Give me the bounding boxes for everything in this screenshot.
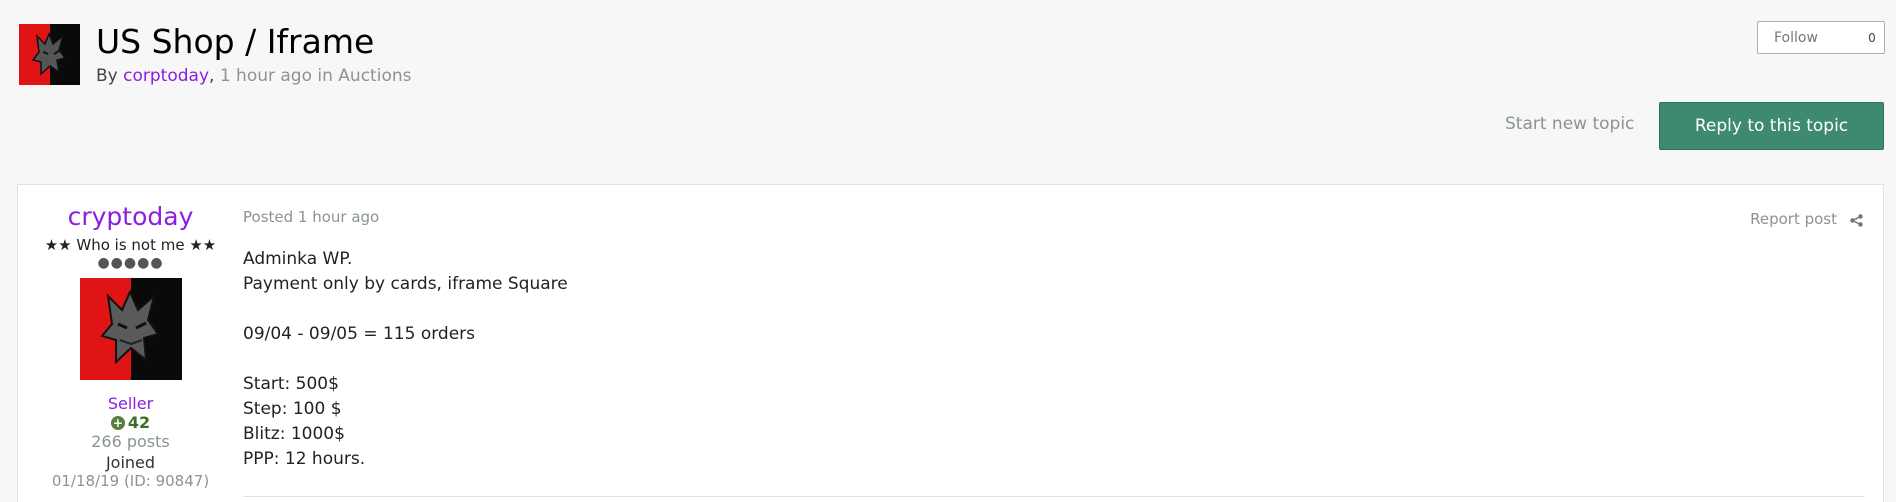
author-name-link[interactable]: cryptoday [18,202,243,232]
content-blank-line [243,347,1883,372]
content-line: Payment only by cards, iframe Square [243,274,568,294]
follow-button[interactable]: Follow 0 [1757,21,1885,54]
plus-circle-icon: + [110,415,125,430]
author-avatar[interactable] [79,278,182,380]
reputation-badge: + 42 [18,413,243,432]
content-blank-line [243,297,1883,322]
rank-dots: ●●●●● [97,255,164,271]
follow-label: Follow [1774,29,1818,46]
post-body: Posted 1 hour ago Report post Adminka WP… [243,185,1883,472]
content-line: Start: 500$ [243,374,339,394]
byline-comma: , [209,66,215,86]
joined-label: Joined [105,453,156,472]
content-line: PPP: 12 hours. [243,449,366,469]
author-title: ★★ Who is not me ★★ [44,236,217,254]
post-count: 266 posts [91,432,170,451]
content-line: Step: 100 $ [243,399,342,419]
joined-value: 01/18/19 (ID: 90847) [51,472,210,490]
post-meta[interactable]: Posted 1 hour ago [243,208,1883,226]
post-content: Adminka WP. Payment only by cards, ifram… [243,247,1883,472]
start-new-topic-link[interactable]: Start new topic [1505,114,1634,134]
reply-button[interactable]: Reply to this topic [1659,102,1884,150]
byline-author-link[interactable]: corptoday [123,66,209,86]
follow-count: 0 [1868,30,1876,45]
content-line: 09/04 - 09/05 = 115 orders [243,324,476,344]
byline-time-forum[interactable]: 1 hour ago in Auctions [220,66,412,86]
author-group: Seller [107,394,154,413]
author-panel: cryptoday ★★ Who is not me ★★ ●●●●● Sell… [18,185,243,490]
post-divider [243,496,1865,497]
report-post-link[interactable]: Report post [1750,210,1837,228]
page-title: US Shop / Iframe [96,22,375,61]
share-icon[interactable] [1850,212,1863,231]
post-card: cryptoday ★★ Who is not me ★★ ●●●●● Sell… [17,184,1884,502]
content-line: Blitz: 1000$ [243,424,345,444]
byline: By corptoday, 1 hour ago in Auctions [96,66,411,86]
byline-by-label: By [96,66,118,86]
reputation-value: 42 [127,413,151,432]
content-line: Adminka WP. [243,249,353,269]
author-avatar-small[interactable] [19,24,80,85]
title-block: US Shop / Iframe By corptoday, 1 hour ag… [96,22,411,86]
